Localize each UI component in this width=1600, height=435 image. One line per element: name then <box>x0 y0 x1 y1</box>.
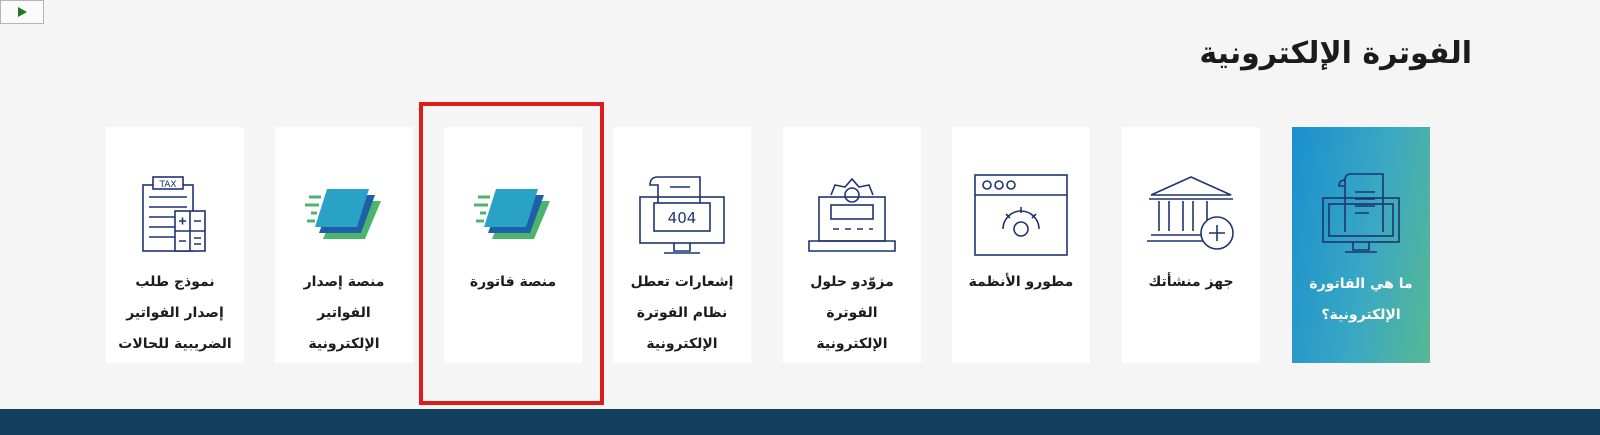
card-label: جهز منشأتك <box>1148 274 1234 290</box>
tax-badge: TAX <box>158 180 176 190</box>
card-solution-providers[interactable]: مزوّدو حلول الفوترة الإلكترونية <box>783 127 921 363</box>
tax-form-calculator-icon: TAX <box>106 167 244 263</box>
error-404-monitor-icon: 404 <box>613 167 751 263</box>
card-system-developers[interactable]: مطورو الأنظمة <box>952 127 1090 363</box>
browser-gear-icon <box>952 167 1090 263</box>
card-label: نموذج طلب إصدار الفواتير الضريبية للحالا… <box>118 274 232 352</box>
section-title: الفوترة الإلكترونية <box>1199 36 1472 71</box>
card-prepare-business[interactable]: جهز منشأتك <box>1122 127 1260 363</box>
gear-device-icon <box>783 167 921 263</box>
card-label: مزوّدو حلول الفوترة الإلكترونية <box>810 274 894 352</box>
card-special-cases-form[interactable]: TAX نموذج طلب إصدار الفواتير الضريبية لل… <box>106 127 244 363</box>
card-label: ما هي الفاتورة الإلكترونية؟ <box>1309 276 1413 323</box>
institution-plus-icon <box>1122 167 1260 263</box>
fatoora-logo-icon <box>275 167 413 263</box>
play-button[interactable] <box>0 0 44 24</box>
fatoora-logo-icon <box>444 167 582 263</box>
footer-bar <box>0 409 1600 435</box>
card-what-is-einvoice[interactable]: ما هي الفاتورة الإلكترونية؟ <box>1292 127 1430 363</box>
play-icon <box>16 6 28 18</box>
error-code: 404 <box>668 209 697 227</box>
card-fatoora-platform[interactable]: منصة فاتورة <box>444 127 582 363</box>
card-label: إشعارات تعطل نظام الفوترة الإلكترونية <box>630 274 734 352</box>
card-outage-notifications[interactable]: 404 إشعارات تعطل نظام الفوترة الإلكتروني… <box>613 127 751 363</box>
invoice-monitor-icon <box>1292 167 1430 263</box>
card-label: منصة فاتورة <box>469 274 557 290</box>
card-invoice-issuing-platform[interactable]: منصة إصدار الفواتير الإلكترونية <box>275 127 413 363</box>
card-label: منصة إصدار الفواتير الإلكترونية <box>303 274 385 352</box>
card-label: مطورو الأنظمة <box>968 274 1074 290</box>
